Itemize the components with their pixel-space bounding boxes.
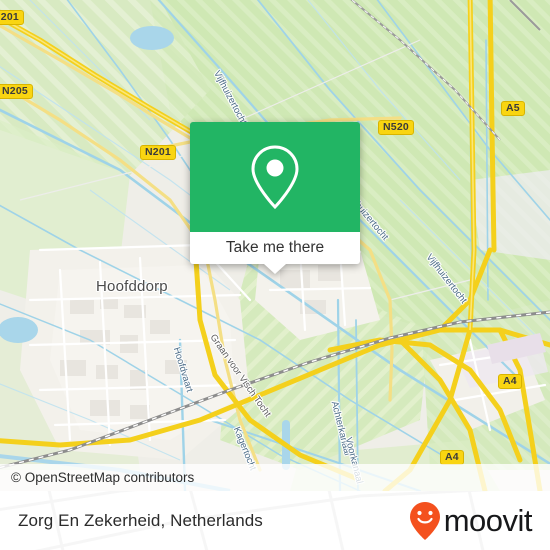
callout-action-bar[interactable]: Take me there [190, 232, 360, 264]
map-canvas[interactable]: Hoofddorp Vijfhuizertocht Vijfhuizertoch… [0, 0, 550, 491]
moovit-logo[interactable]: moovit [409, 501, 533, 541]
road-shield-a4-upper[interactable]: A4 [498, 374, 522, 389]
road-shield-n201-nw[interactable]: N201 [0, 10, 24, 25]
take-me-there-label: Take me there [225, 239, 325, 256]
moovit-pin-smiley-icon [409, 501, 440, 540]
footer-bar: Zorg En Zekerheid, Netherlands moovit [0, 491, 550, 550]
destination-callout-card[interactable]: Take me there [190, 122, 360, 274]
road-shield-n520[interactable]: N520 [378, 120, 414, 135]
destination-title: Zorg En Zekerheid, Netherlands [18, 510, 263, 530]
moovit-map-share-card: Hoofddorp Vijfhuizertocht Vijfhuizertoch… [0, 0, 550, 550]
callout-pointer [264, 264, 286, 274]
road-shield-a4-lower[interactable]: A4 [440, 450, 464, 465]
road-shield-n201[interactable]: N201 [140, 145, 176, 160]
road-shield-n205[interactable]: N205 [0, 84, 33, 99]
footer-content: Zorg En Zekerheid, Netherlands moovit [0, 491, 550, 550]
map-pin-icon [251, 145, 299, 210]
moovit-wordmark: moovit [443, 503, 533, 538]
road-shield-a5[interactable]: A5 [501, 101, 525, 116]
map-attribution-bar: © OpenStreetMap contributors [0, 464, 550, 491]
attribution-text[interactable]: © OpenStreetMap contributors [0, 470, 194, 485]
callout-header [190, 122, 360, 232]
